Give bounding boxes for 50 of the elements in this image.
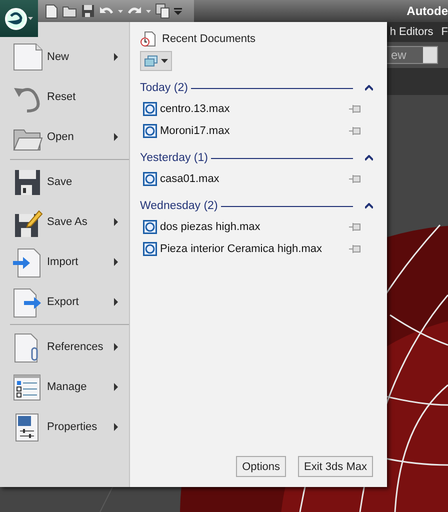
menu-command[interactable]: Reset [0,77,129,117]
menu-command[interactable]: Open [0,117,129,157]
checklist-window-icon [12,372,43,402]
recent-file-link[interactable]: Pieza interior Ceramica high.max [160,243,346,255]
recent-file-link[interactable]: dos piezas high.max [160,221,346,233]
recent-documents-title: Recent Documents [162,33,256,45]
pin-icon [349,174,361,184]
pin-icon [349,104,361,114]
menu-command[interactable]: References [0,327,129,367]
max-file-icon [143,102,157,116]
pin-icon [349,244,361,254]
open-folder-icon [62,4,77,18]
clock-document-icon [140,31,156,47]
max-file-icon [143,220,157,234]
menu-command[interactable]: Save [0,162,129,202]
toolbar-overflow-icon[interactable] [174,8,182,14]
max-file-icon [143,242,157,256]
caret-icon [118,10,123,12]
recent-file-link[interactable]: Moroni17.max [160,125,346,137]
menu-command[interactable]: Manage [0,367,129,407]
max-file-icon [143,172,157,186]
application-button[interactable] [0,0,38,37]
window-title: Autode [406,4,448,18]
menu-command[interactable]: Import [0,242,129,282]
menu-button[interactable]: Options [236,456,286,477]
menu-command[interactable]: Export [0,282,129,322]
project-folder-icon [155,3,170,19]
caret-icon [161,59,168,63]
menu-item[interactable]: F [441,26,448,38]
pin-icon [349,126,361,136]
group-header: Yesterday (1) [140,152,208,164]
view-options-button[interactable] [140,51,172,71]
group-header: Today (2) [140,82,188,94]
recent-file-link[interactable]: casa01.max [160,173,346,185]
caret-icon [146,10,151,12]
new-file-icon [44,4,58,18]
menu-command[interactable]: Properties [0,407,129,447]
pin-icon [349,222,361,232]
save-icon [81,4,95,18]
menu-button[interactable]: Exit 3ds Max [298,456,373,477]
menu-command[interactable]: Save As [0,202,129,242]
max-file-icon [143,124,157,138]
windows-icon [144,55,158,67]
group-header: Wednesday (2) [140,200,218,212]
recent-file-link[interactable]: centro.13.max [160,103,346,115]
menu-command[interactable]: New [0,37,129,77]
document-icon [12,42,43,72]
menu-item[interactable]: h Editors [390,26,434,38]
document-arrow-out-icon [12,286,43,318]
document-arrow-in-icon [12,246,43,278]
